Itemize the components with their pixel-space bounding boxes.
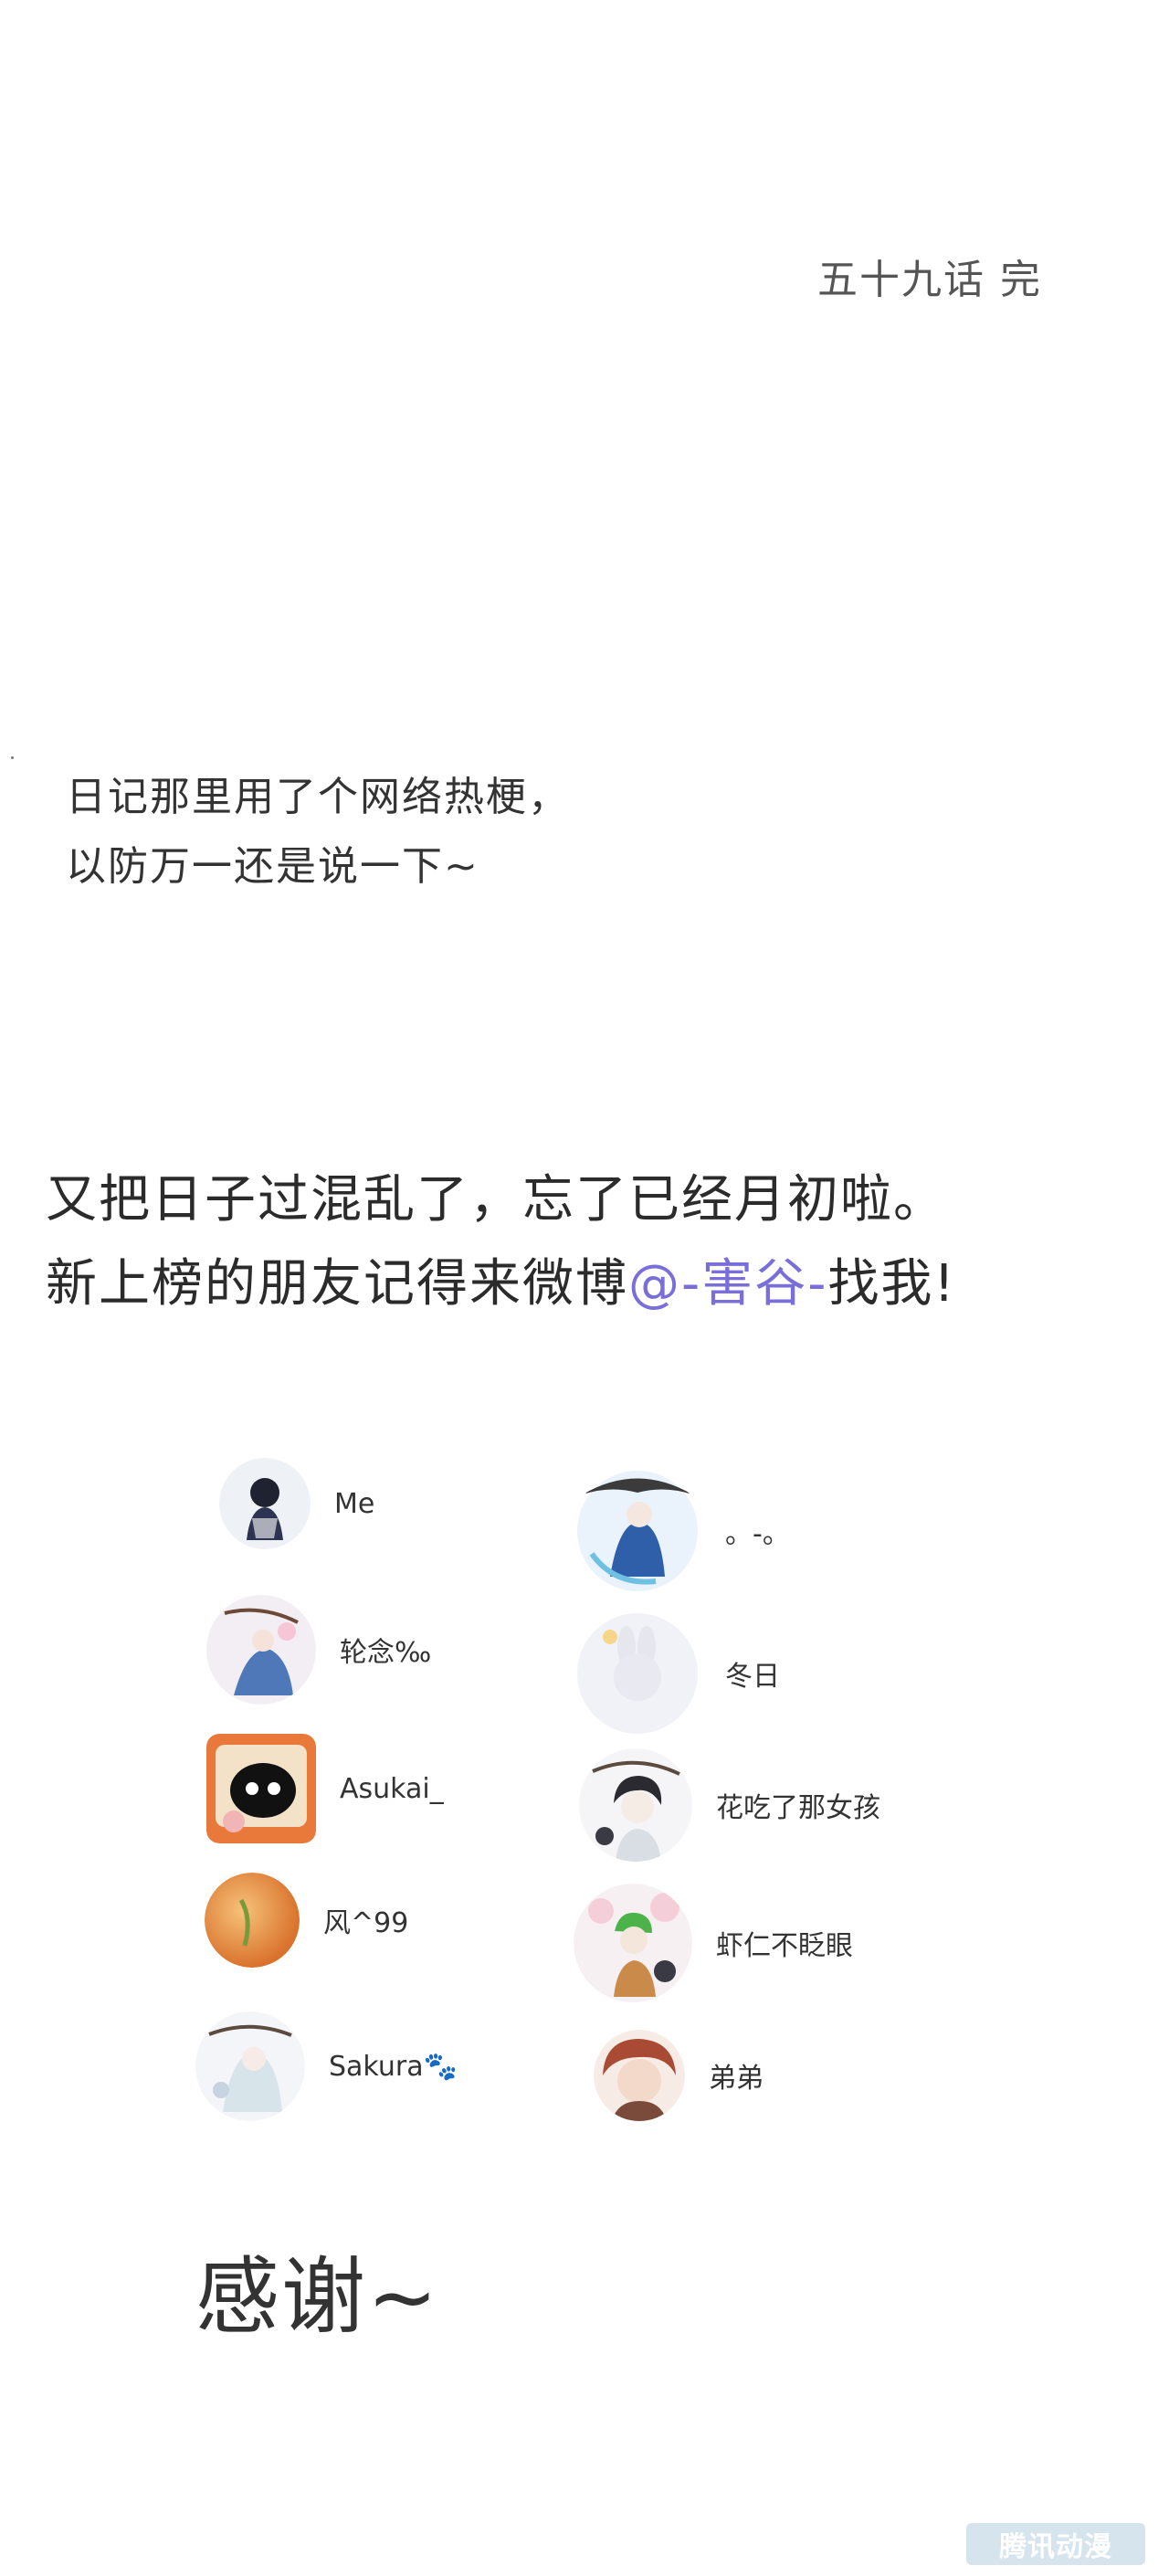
- friend-item-lunnian[interactable]: 轮念‰: [206, 1595, 431, 1705]
- friend-item-xiaren[interactable]: 虾仁不眨眼: [574, 1884, 853, 2002]
- dark-haired-boy-avatar: [579, 1748, 692, 1862]
- thanks-text: 感谢~: [195, 2248, 440, 2346]
- stray-dot: [11, 756, 14, 759]
- tencent-comics-watermark-logo: 腾讯动漫: [966, 2523, 1145, 2565]
- friend-item-feng99[interactable]: 风^99: [205, 1873, 408, 1968]
- moon-bunny-avatar: [574, 1610, 701, 1737]
- friend-item-asukai[interactable]: Asukai_: [206, 1734, 444, 1843]
- chapter-end-text: 五十九话 完: [817, 257, 1042, 303]
- friend-name: 冬日: [725, 1661, 780, 1693]
- friend-name: 弟弟: [709, 2063, 764, 2095]
- orange-peach-avatar: [205, 1873, 300, 1968]
- friend-name: 轮念‰: [340, 1637, 432, 1669]
- weibo-mention-link[interactable]: @-害谷-: [628, 1254, 827, 1314]
- friend-name: 虾仁不眨眼: [716, 1930, 853, 1962]
- note-line-1: 日记那里用了个网络热梗，: [66, 774, 570, 820]
- blue-dress-character-avatar: [206, 1595, 316, 1705]
- friend-item-sakura[interactable]: Sakura🐾: [195, 2011, 458, 2121]
- note-line-2: 以防万一还是说一下~: [66, 843, 479, 890]
- message-line-2: 新上榜的朋友记得来微博@-害谷-找我!: [46, 1242, 956, 1316]
- white-haired-character-avatar: [195, 2011, 305, 2121]
- friend-name: 花吃了那女孩: [716, 1792, 880, 1824]
- friend-name: Asukai_: [340, 1772, 444, 1805]
- black-cat-avatar: [206, 1734, 316, 1843]
- message-line-2-before: 新上榜的朋友记得来微博: [46, 1254, 628, 1314]
- friend-name: 。-。: [725, 1518, 790, 1550]
- green-haired-character-avatar: [574, 1884, 692, 2002]
- blue-robed-character-avatar: [574, 1467, 701, 1595]
- friend-item-dot-dash[interactable]: 。-。: [574, 1467, 790, 1595]
- friend-name: Sakura🐾: [329, 2050, 458, 2083]
- red-haired-boy-avatar: [594, 2030, 685, 2121]
- message-line-2-after: 找我!: [827, 1254, 956, 1314]
- friend-item-dongri[interactable]: 冬日: [574, 1610, 780, 1737]
- friend-item-huachi[interactable]: 花吃了那女孩: [579, 1748, 880, 1862]
- friend-name: Me: [334, 1487, 375, 1520]
- friend-item-me[interactable]: Me: [219, 1458, 374, 1549]
- dark-haired-character-avatar: [219, 1458, 311, 1549]
- friend-item-didi[interactable]: 弟弟: [594, 2030, 764, 2121]
- message-line-1: 又把日子过混乱了，忘了已经月初啦。: [46, 1170, 946, 1230]
- friend-name: 风^99: [323, 1907, 409, 1939]
